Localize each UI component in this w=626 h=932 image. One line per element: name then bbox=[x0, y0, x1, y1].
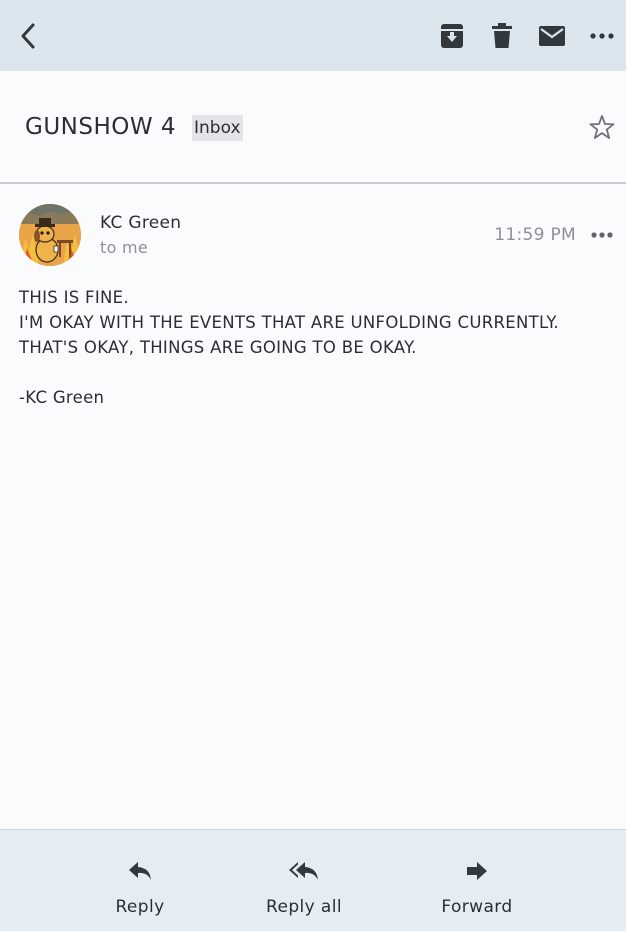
star-icon bbox=[589, 115, 615, 139]
message-time: 11:59 PM bbox=[494, 225, 576, 245]
reply-label: Reply bbox=[115, 897, 165, 917]
body-line: THAT'S OKAY, THINGS ARE GOING TO BE OKAY… bbox=[19, 338, 417, 357]
forward-button[interactable]: Forward bbox=[427, 830, 527, 932]
reply-icon bbox=[129, 862, 151, 880]
mark-unread-button[interactable] bbox=[532, 16, 572, 56]
body-line: THIS IS FINE. bbox=[19, 288, 129, 307]
email-subject: GUNSHOW 4 bbox=[25, 114, 177, 140]
reply-button[interactable]: Reply bbox=[90, 830, 190, 932]
message-more-button[interactable] bbox=[588, 224, 616, 246]
message-body: THIS IS FINE. I'M OKAY WITH THE EVENTS T… bbox=[19, 285, 609, 410]
top-toolbar bbox=[0, 0, 626, 71]
reply-all-label: Reply all bbox=[266, 897, 342, 917]
body-line bbox=[19, 360, 609, 385]
delete-button[interactable] bbox=[482, 16, 522, 56]
more-horizontal-icon bbox=[590, 33, 614, 39]
back-icon bbox=[21, 23, 35, 49]
inbox-label[interactable]: Inbox bbox=[192, 115, 243, 141]
more-horizontal-icon bbox=[591, 232, 613, 238]
envelope-icon bbox=[539, 26, 565, 46]
reply-all-button[interactable]: Reply all bbox=[244, 830, 364, 932]
trash-icon bbox=[492, 23, 512, 48]
recipient-line[interactable]: to me bbox=[100, 238, 148, 257]
star-button[interactable] bbox=[586, 111, 618, 143]
archive-button[interactable] bbox=[432, 16, 472, 56]
subject-bar: GUNSHOW 4 Inbox bbox=[0, 71, 626, 184]
body-line: I'M OKAY WITH THE EVENTS THAT ARE UNFOLD… bbox=[19, 313, 559, 332]
archive-icon bbox=[441, 24, 463, 48]
reply-all-icon bbox=[289, 862, 318, 880]
forward-label: Forward bbox=[441, 897, 513, 917]
sender-name[interactable]: KC Green bbox=[100, 213, 181, 233]
signature-line: -KC Green bbox=[19, 388, 105, 407]
this-is-fine-dog-avatar bbox=[19, 204, 81, 266]
forward-icon bbox=[467, 862, 487, 880]
avatar[interactable] bbox=[19, 204, 81, 266]
bottom-action-bar: Reply Reply all Forward bbox=[0, 829, 626, 931]
back-button[interactable] bbox=[8, 16, 48, 56]
message-header: KC Green to me 11:59 PM bbox=[0, 186, 626, 276]
more-button[interactable] bbox=[582, 16, 622, 56]
